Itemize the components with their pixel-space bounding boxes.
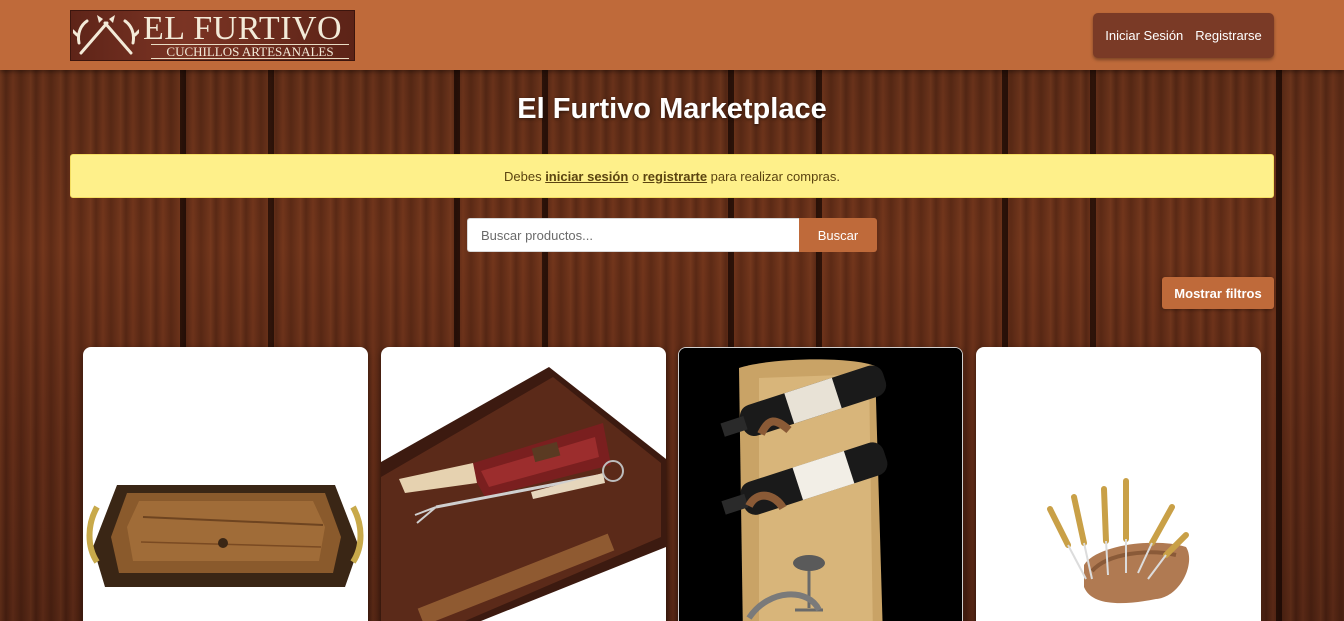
notice-login-link[interactable]: iniciar sesión: [545, 169, 628, 184]
crossed-knives-antlers-icon: [73, 15, 139, 55]
product-image-fondue-forks: [1047, 478, 1190, 604]
product-card[interactable]: [83, 347, 368, 621]
product-card[interactable]: [678, 347, 963, 621]
logo-title: EL FURTIVO: [143, 10, 343, 47]
brand-logo[interactable]: EL FURTIVO CUCHILLOS ARTESANALES: [70, 10, 355, 61]
notice-prefix: Debes: [503, 168, 546, 184]
logo-subtitle: CUCHILLOS ARTESANALES: [151, 44, 349, 59]
product-image-knife-and-fork: [381, 367, 666, 621]
login-required-notice: Debes iniciar sesión o registrarte para …: [70, 154, 1274, 198]
product-image-wine-rack: [679, 348, 962, 621]
search-bar: Buscar: [467, 218, 877, 252]
top-navbar: EL FURTIVO CUCHILLOS ARTESANALES Iniciar…: [0, 0, 1344, 70]
notice-suffix: para realizar compras.: [707, 168, 841, 184]
register-link[interactable]: Registrarse: [1195, 28, 1261, 43]
show-filters-button[interactable]: Mostrar filtros: [1162, 277, 1274, 309]
notice-register-link[interactable]: registrarte: [643, 169, 707, 184]
search-input[interactable]: [467, 218, 799, 252]
product-image-wooden-tray: [86, 485, 364, 587]
login-link[interactable]: Iniciar Sesión: [1105, 28, 1183, 43]
search-button[interactable]: Buscar: [799, 218, 877, 252]
notice-middle: o: [628, 168, 643, 184]
product-card[interactable]: [381, 347, 666, 621]
auth-menu: Iniciar Sesión Registrarse: [1093, 13, 1274, 58]
product-card[interactable]: [976, 347, 1261, 621]
page-title: El Furtivo Marketplace: [517, 93, 827, 125]
